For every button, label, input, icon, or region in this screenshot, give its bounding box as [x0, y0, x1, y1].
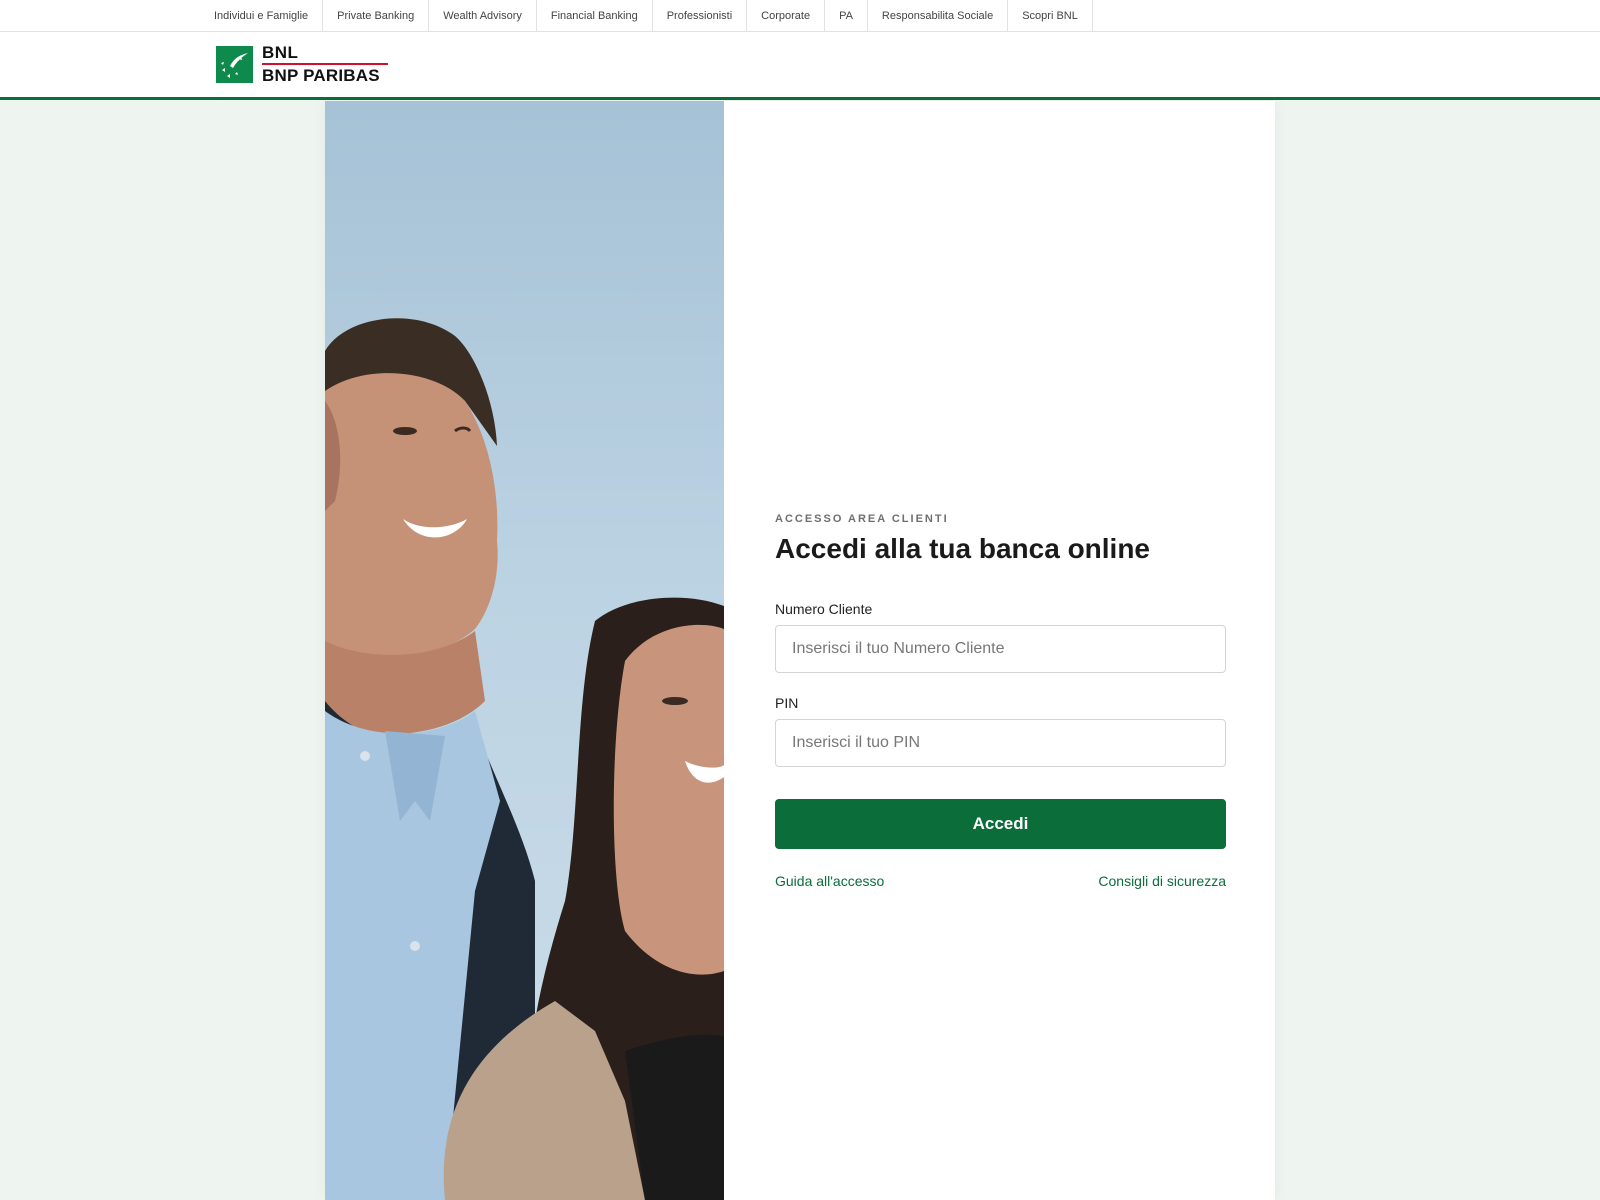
topnav-pa[interactable]: PA — [825, 0, 868, 32]
logo-text-bnl: BNL — [262, 44, 388, 65]
topnav-individui-famiglie[interactable]: Individui e Famiglie — [200, 0, 324, 32]
login-card: ACCESSO AREA CLIENTI Accedi alla tua ban… — [325, 101, 1275, 1200]
topnav-wealth-advisory[interactable]: Wealth Advisory — [429, 0, 537, 32]
hero-image-couple — [325, 101, 724, 1200]
login-form: ACCESSO AREA CLIENTI Accedi alla tua ban… — [775, 513, 1226, 889]
security-tips-link[interactable]: Consigli di sicurezza — [1098, 873, 1226, 889]
bnl-logo[interactable]: BNL BNP PARIBAS — [216, 44, 388, 84]
page-title: Accedi alla tua banca online — [775, 533, 1151, 564]
login-submit-button[interactable]: Accedi — [775, 799, 1226, 849]
pin-label: PIN — [775, 695, 799, 711]
login-help-links: Guida all'accesso Consigli di sicurezza — [775, 873, 1226, 889]
pin-input[interactable] — [775, 719, 1226, 767]
top-navigation: Individui e Famiglie Private Banking Wea… — [0, 0, 1600, 32]
client-number-input[interactable] — [775, 625, 1226, 673]
topnav-financial-banking[interactable]: Financial Banking — [537, 0, 653, 32]
topnav-corporate[interactable]: Corporate — [747, 0, 826, 32]
topnav-private-banking[interactable]: Private Banking — [323, 0, 430, 32]
topnav-professionisti[interactable]: Professionisti — [653, 0, 748, 32]
topnav-scopri-bnl[interactable]: Scopri BNL — [1008, 0, 1093, 32]
bnp-stars-icon — [216, 45, 253, 83]
top-navigation-list: Individui e Famiglie Private Banking Wea… — [200, 0, 1093, 32]
logo-wordmark: BNL BNP PARIBAS — [262, 44, 388, 84]
logo-text-bnp-paribas: BNP PARIBAS — [262, 66, 380, 85]
brand-header: BNL BNP PARIBAS — [0, 32, 1600, 100]
access-guide-link[interactable]: Guida all'accesso — [775, 873, 884, 889]
login-eyebrow: ACCESSO AREA CLIENTI — [775, 513, 949, 525]
topnav-responsabilita-sociale[interactable]: Responsabilita Sociale — [868, 0, 1009, 32]
client-number-label: Numero Cliente — [775, 601, 873, 617]
